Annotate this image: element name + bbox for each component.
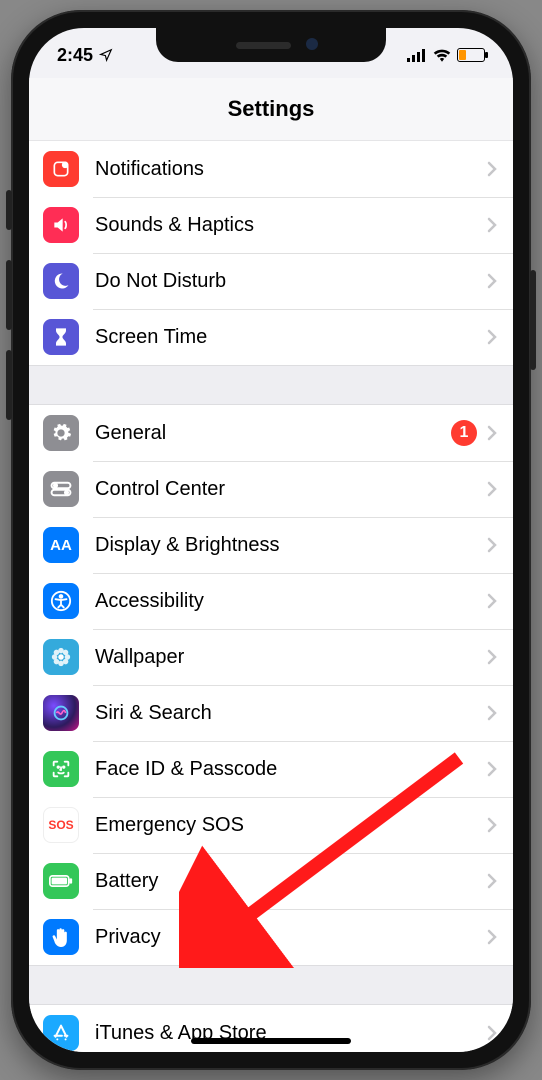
section-gap [29, 365, 513, 405]
page-title: Settings [29, 78, 513, 141]
chevron-right-icon [487, 929, 497, 945]
chevron-right-icon [487, 329, 497, 345]
row-label: Siri & Search [95, 702, 487, 725]
row-general[interactable]: General 1 [29, 405, 513, 461]
faceid-icon [43, 751, 79, 787]
chevron-right-icon [487, 481, 497, 497]
chevron-right-icon [487, 425, 497, 441]
row-label: General [95, 422, 451, 445]
wifi-icon [433, 48, 451, 62]
appstore-icon [43, 1015, 79, 1051]
row-label: Face ID & Passcode [95, 758, 487, 781]
notch [156, 28, 386, 62]
battery-icon [43, 863, 79, 899]
settings-group-1: Notifications Sounds & Haptics Do Not Di… [29, 141, 513, 365]
row-sos[interactable]: SOS Emergency SOS [29, 797, 513, 853]
row-battery[interactable]: Battery [29, 853, 513, 909]
row-label: Privacy [95, 926, 487, 949]
row-label: Control Center [95, 478, 487, 501]
row-sounds[interactable]: Sounds & Haptics [29, 197, 513, 253]
row-notifications[interactable]: Notifications [29, 141, 513, 197]
section-gap [29, 965, 513, 1005]
row-label: Do Not Disturb [95, 270, 487, 293]
row-itunes[interactable]: iTunes & App Store [29, 1005, 513, 1052]
chevron-right-icon [487, 1025, 497, 1041]
notifications-icon [43, 151, 79, 187]
battery-icon [457, 48, 485, 62]
flower-icon [43, 639, 79, 675]
home-indicator[interactable] [191, 1038, 351, 1044]
gear-icon [43, 415, 79, 451]
chevron-right-icon [487, 761, 497, 777]
row-label: Emergency SOS [95, 814, 487, 837]
power-button [530, 270, 536, 370]
row-accessibility[interactable]: Accessibility [29, 573, 513, 629]
chevron-right-icon [487, 817, 497, 833]
row-label: Battery [95, 870, 487, 893]
toggles-icon [43, 471, 79, 507]
settings-group-2: General 1 Control Center AA Display & Br… [29, 405, 513, 965]
row-faceid[interactable]: Face ID & Passcode [29, 741, 513, 797]
row-dnd[interactable]: Do Not Disturb [29, 253, 513, 309]
screen: 2:45 Settings Noti [29, 28, 513, 1052]
notification-badge: 1 [451, 420, 477, 446]
siri-icon [43, 695, 79, 731]
accessibility-icon [43, 583, 79, 619]
row-screentime[interactable]: Screen Time [29, 309, 513, 365]
device-frame: 2:45 Settings Noti [11, 10, 531, 1070]
row-label: Screen Time [95, 326, 487, 349]
status-time: 2:45 [57, 45, 93, 66]
chevron-right-icon [487, 593, 497, 609]
speaker-icon [43, 207, 79, 243]
row-siri[interactable]: Siri & Search [29, 685, 513, 741]
row-privacy[interactable]: Privacy [29, 909, 513, 965]
chevron-right-icon [487, 217, 497, 233]
mute-switch [6, 190, 12, 230]
sos-icon: SOS [43, 807, 79, 843]
chevron-right-icon [487, 873, 497, 889]
row-wallpaper[interactable]: Wallpaper [29, 629, 513, 685]
volume-up-button [6, 260, 12, 330]
cellular-signal-icon [407, 48, 427, 62]
hourglass-icon [43, 319, 79, 355]
chevron-right-icon [487, 273, 497, 289]
location-arrow-icon [99, 48, 113, 62]
row-label: Accessibility [95, 590, 487, 613]
volume-down-button [6, 350, 12, 420]
hand-icon [43, 919, 79, 955]
settings-group-3: iTunes & App Store [29, 1005, 513, 1052]
chevron-right-icon [487, 161, 497, 177]
row-display[interactable]: AA Display & Brightness [29, 517, 513, 573]
row-label: Display & Brightness [95, 534, 487, 557]
chevron-right-icon [487, 537, 497, 553]
row-controlcenter[interactable]: Control Center [29, 461, 513, 517]
aa-icon: AA [43, 527, 79, 563]
moon-icon [43, 263, 79, 299]
chevron-right-icon [487, 649, 497, 665]
row-label: Wallpaper [95, 646, 487, 669]
row-label: Notifications [95, 158, 487, 181]
row-label: Sounds & Haptics [95, 214, 487, 237]
chevron-right-icon [487, 705, 497, 721]
